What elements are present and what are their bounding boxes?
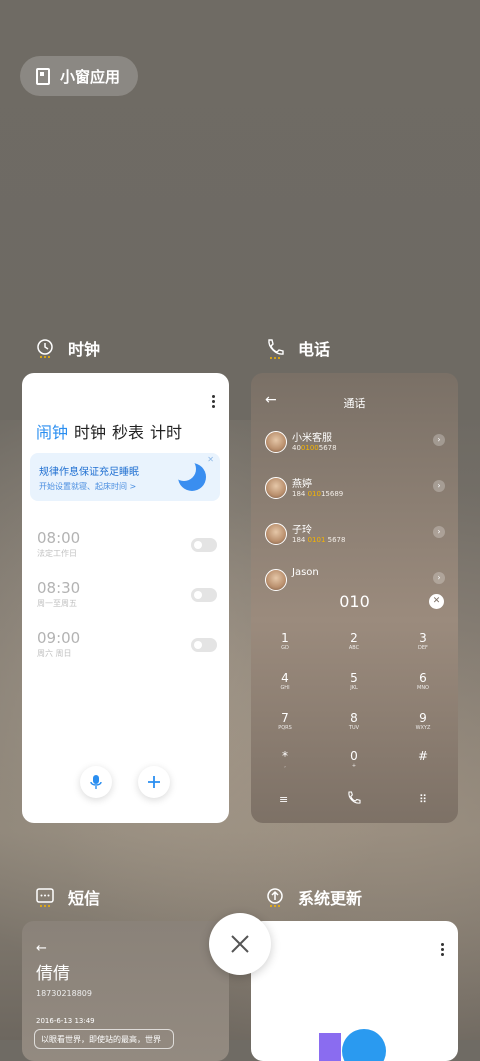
contact-item[interactable]: 燕婷 184 01015689 › bbox=[265, 473, 445, 503]
tab-stopwatch[interactable]: 秒表 bbox=[112, 419, 144, 443]
alarm-time: 08:00 bbox=[37, 529, 81, 547]
contact-item[interactable]: 子玲 184 0101 5678 › bbox=[265, 519, 445, 549]
alarm-toggle[interactable] bbox=[191, 588, 217, 602]
app-name-clock: 时钟 bbox=[68, 340, 101, 359]
contact-name: Jason bbox=[292, 567, 319, 578]
dial-key-8[interactable]: 8 TUV bbox=[334, 711, 374, 731]
chevron-right-icon[interactable]: › bbox=[433, 526, 445, 538]
call-icon[interactable] bbox=[347, 791, 361, 808]
dial-key-9[interactable]: 9 WXYZ bbox=[403, 711, 443, 731]
app-name-sms: 短信 bbox=[68, 889, 101, 908]
contact-number: 184 0101 5678 bbox=[292, 536, 346, 544]
update-app-card[interactable] bbox=[251, 921, 458, 1061]
app-name-phone: 电话 bbox=[298, 340, 331, 359]
sms-icon bbox=[36, 888, 54, 907]
sms-app-card[interactable]: ← 倩倩 18730218809 2016-6-13 13:49 以眼看世界，即… bbox=[22, 921, 229, 1061]
backspace-icon[interactable]: ✕ bbox=[429, 594, 444, 609]
app-header-sms: 短信 bbox=[34, 885, 100, 909]
app-header-update: 系统更新 bbox=[264, 885, 362, 909]
alarm-repeat: 周六 周日 bbox=[37, 649, 72, 658]
phone-title: 通话 bbox=[343, 397, 366, 410]
dial-key-3[interactable]: 3 DEF bbox=[403, 631, 443, 651]
chevron-right-icon[interactable]: › bbox=[433, 434, 445, 446]
banner-title: 规律作息保证充足睡眠 bbox=[39, 467, 139, 478]
update-icon bbox=[267, 888, 283, 907]
alarm-time: 08:30 bbox=[37, 579, 81, 597]
voice-alarm-button[interactable] bbox=[80, 766, 112, 798]
close-icon bbox=[231, 935, 249, 953]
alarm-item[interactable]: 08:00 法定工作日 bbox=[37, 529, 217, 559]
tab-clock[interactable]: 时钟 bbox=[74, 419, 106, 443]
sms-contact-number: 18730218809 bbox=[36, 989, 92, 998]
chevron-right-icon[interactable]: › bbox=[433, 480, 445, 492]
avatar bbox=[265, 431, 287, 453]
more-options-icon[interactable] bbox=[441, 943, 444, 958]
clock-icon bbox=[37, 339, 53, 358]
dial-key-4[interactable]: 4 GHI bbox=[265, 671, 305, 691]
dialpad-icon[interactable]: ⠿ bbox=[419, 793, 427, 806]
clock-tabs: 闹钟 时钟 秒表 计时 bbox=[36, 419, 182, 443]
back-arrow-icon[interactable]: ← bbox=[36, 941, 47, 956]
contact-number: 184 01015689 bbox=[292, 490, 344, 498]
dial-key-star[interactable]: *, bbox=[265, 749, 305, 769]
avatar bbox=[265, 523, 287, 545]
dial-key-7[interactable]: 7 PQRS bbox=[265, 711, 305, 731]
add-alarm-button[interactable] bbox=[138, 766, 170, 798]
floating-window-button[interactable]: 小窗应用 bbox=[20, 56, 139, 96]
contact-number: 4001005678 bbox=[292, 444, 337, 452]
contact-name: 子玲 bbox=[292, 525, 312, 536]
contact-item[interactable]: 小米客服 4001005678 › bbox=[265, 427, 445, 457]
dial-key-hash[interactable]: # bbox=[403, 749, 443, 763]
contact-name: 燕婷 bbox=[292, 479, 312, 490]
avatar bbox=[265, 477, 287, 499]
sms-message-bubble: 以眼看世界，即使站的最高，世界 bbox=[34, 1029, 174, 1049]
app-header-phone: 电话 bbox=[264, 336, 330, 360]
alarm-item[interactable]: 09:00 周六 周日 bbox=[37, 629, 217, 659]
dial-key-0[interactable]: 0 + bbox=[334, 749, 374, 769]
phone-icon bbox=[268, 339, 284, 359]
more-options-icon[interactable] bbox=[212, 395, 215, 410]
mic-icon bbox=[90, 775, 102, 789]
floating-window-label: 小窗应用 bbox=[60, 67, 121, 86]
floating-window-icon bbox=[36, 67, 50, 85]
menu-icon[interactable]: ≡ bbox=[279, 793, 288, 806]
app-name-update: 系统更新 bbox=[298, 889, 363, 908]
dial-key-1[interactable]: 1 GD bbox=[265, 631, 305, 651]
sms-contact-name: 倩倩 bbox=[36, 964, 70, 984]
phone-app-card[interactable]: ← 通话 小米客服 4001005678 › 燕婷 184 01015689 ›… bbox=[251, 373, 458, 823]
alarm-toggle[interactable] bbox=[191, 538, 217, 552]
close-banner-icon[interactable]: ✕ bbox=[207, 455, 214, 464]
dial-key-2[interactable]: 2 ABC bbox=[334, 631, 374, 651]
tab-timer[interactable]: 计时 bbox=[150, 419, 182, 443]
banner-subtitle: 开始设置就寝、起床时间 > bbox=[39, 482, 137, 491]
plus-icon bbox=[148, 776, 160, 788]
alarm-time: 09:00 bbox=[37, 629, 81, 647]
close-all-button[interactable] bbox=[209, 913, 271, 975]
alarm-repeat: 法定工作日 bbox=[37, 549, 77, 558]
avatar bbox=[265, 569, 287, 591]
alarm-repeat: 周一至周五 bbox=[37, 599, 77, 608]
alarm-item[interactable]: 08:30 周一至周五 bbox=[37, 579, 217, 609]
dial-key-6[interactable]: 6 MNO bbox=[403, 671, 443, 691]
dial-key-5[interactable]: 5 JKL bbox=[334, 671, 374, 691]
chevron-right-icon[interactable]: › bbox=[433, 572, 445, 584]
tab-alarm[interactable]: 闹钟 bbox=[36, 419, 68, 443]
alarm-toggle[interactable] bbox=[191, 638, 217, 652]
clock-app-card[interactable]: 闹钟 时钟 秒表 计时 规律作息保证充足睡眠 开始设置就寝、起床时间 > ✕ 0… bbox=[22, 373, 229, 823]
dial-input[interactable]: 010 bbox=[251, 592, 458, 611]
sms-date: 2016-6-13 13:49 bbox=[36, 1017, 95, 1025]
miui-logo-icon bbox=[319, 1029, 386, 1061]
app-header-clock: 时钟 bbox=[34, 336, 100, 360]
moon-icon bbox=[172, 457, 206, 491]
contact-name: 小米客服 bbox=[292, 433, 332, 444]
sleep-banner[interactable]: 规律作息保证充足睡眠 开始设置就寝、起床时间 > ✕ bbox=[30, 453, 220, 501]
contact-item[interactable]: Jason › bbox=[265, 565, 445, 595]
